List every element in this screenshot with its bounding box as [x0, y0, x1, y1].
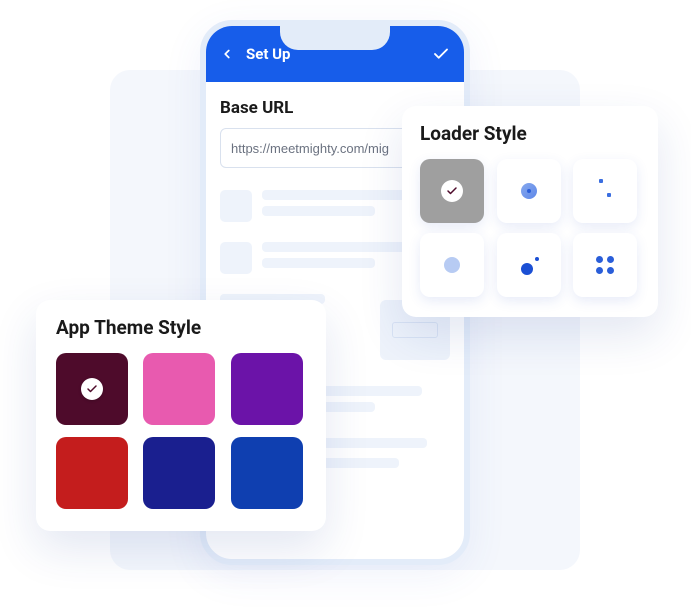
- loader-grid: [420, 159, 640, 297]
- theme-swatch-1[interactable]: [56, 353, 128, 425]
- theme-swatch-6[interactable]: [231, 437, 303, 509]
- theme-swatch-4[interactable]: [56, 437, 128, 509]
- confirm-icon[interactable]: [432, 45, 450, 63]
- check-icon: [441, 180, 463, 202]
- loader-grid-icon: [596, 256, 614, 274]
- loader-option-4[interactable]: [420, 233, 484, 297]
- loader-orbit-icon: [517, 253, 541, 277]
- loader-option-6[interactable]: [573, 233, 637, 297]
- back-icon[interactable]: [220, 47, 234, 61]
- loader-option-5[interactable]: [497, 233, 561, 297]
- loader-dots-icon: [597, 179, 613, 203]
- loader-option-3[interactable]: [573, 159, 637, 223]
- app-theme-card: App Theme Style: [36, 300, 326, 531]
- theme-card-title: App Theme Style: [56, 316, 306, 339]
- loader-pulse-icon: [521, 183, 537, 199]
- theme-grid: [56, 353, 306, 509]
- phone-notch: [280, 24, 390, 50]
- loader-style-card: Loader Style: [402, 106, 658, 317]
- loader-card-title: Loader Style: [420, 122, 640, 145]
- loader-option-1[interactable]: [420, 159, 484, 223]
- loader-option-2[interactable]: [497, 159, 561, 223]
- theme-swatch-3[interactable]: [231, 353, 303, 425]
- check-icon: [81, 378, 103, 400]
- loader-fade-icon: [444, 257, 460, 273]
- theme-swatch-2[interactable]: [143, 353, 215, 425]
- theme-swatch-5[interactable]: [143, 437, 215, 509]
